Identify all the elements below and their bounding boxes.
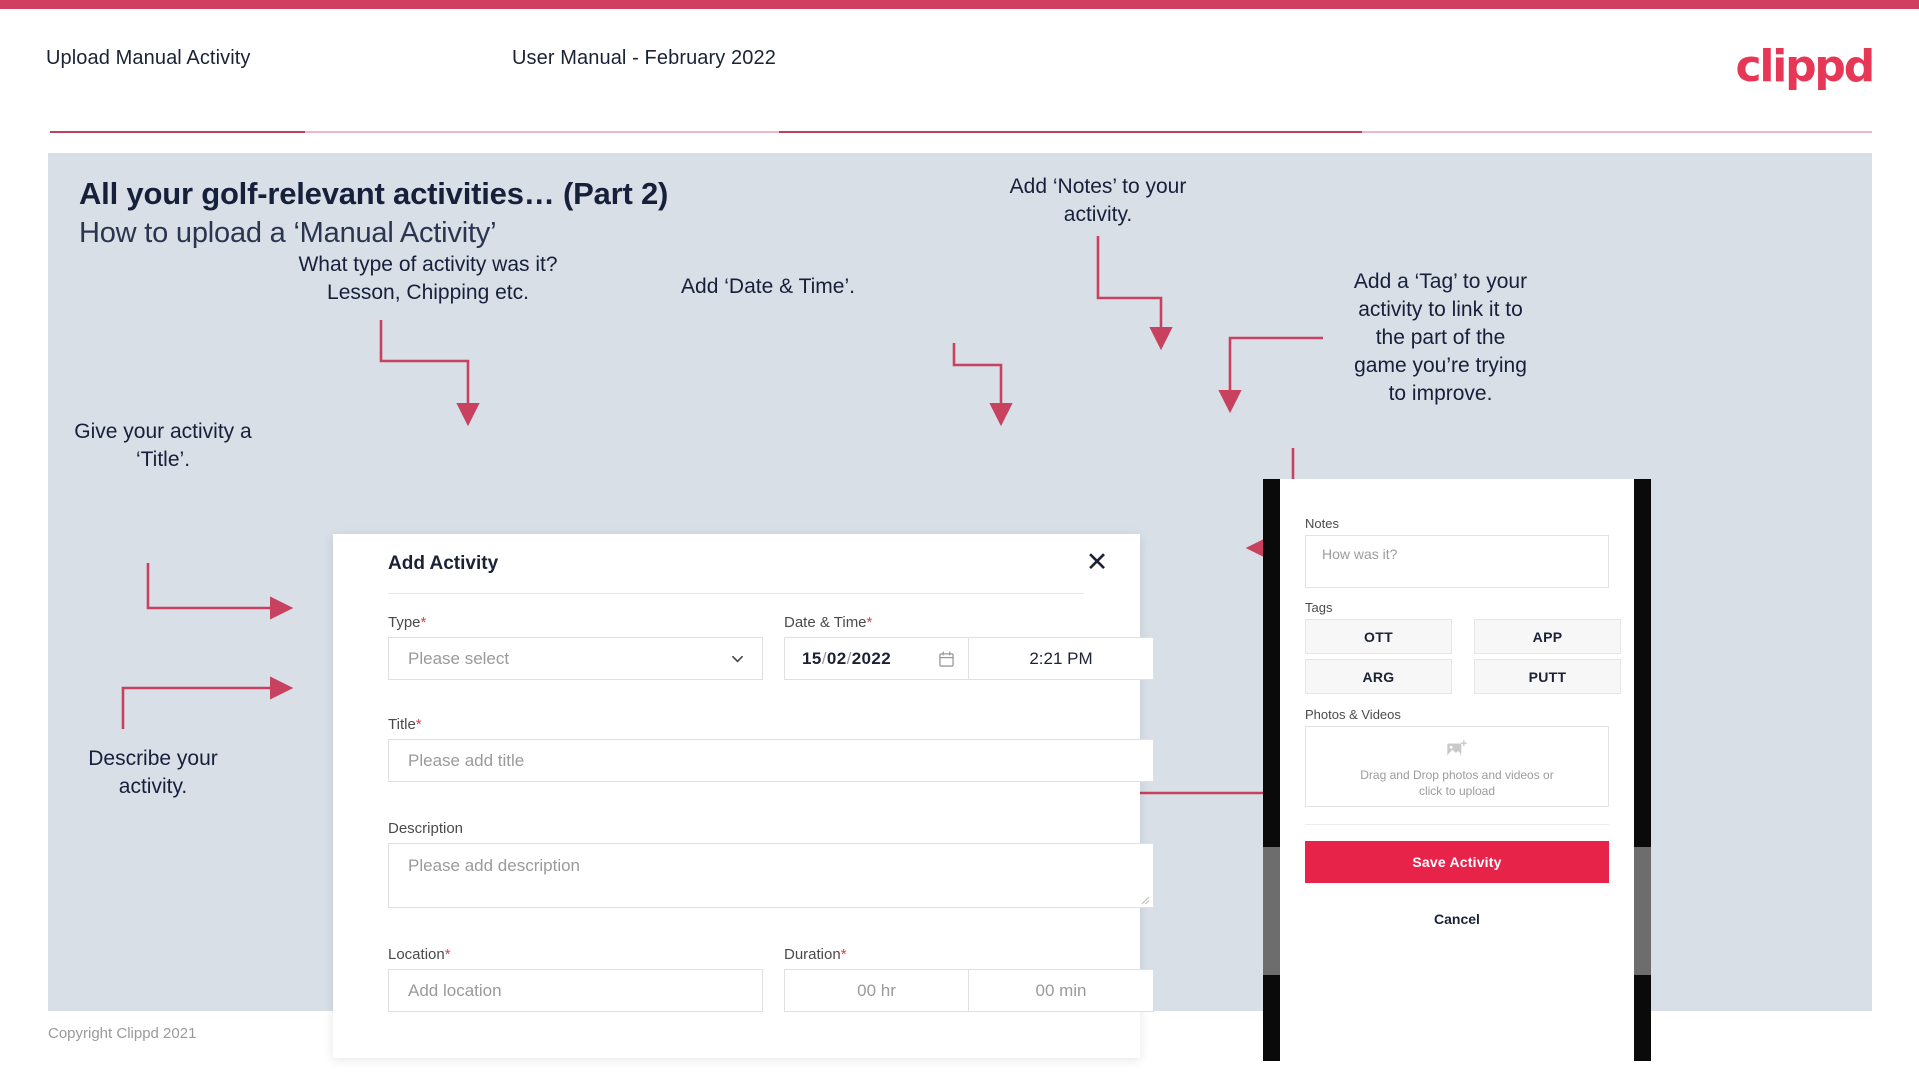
add-image-icon [1447, 740, 1467, 756]
annotation-tags: Add a ‘Tag’ to your activity to link it … [1333, 268, 1548, 408]
annotation-notes: Add ‘Notes’ to your activity. [998, 173, 1198, 229]
annotation-title: Give your activity a ‘Title’. [48, 418, 278, 474]
annotation-tags-line1: Add a ‘Tag’ to your [1353, 270, 1528, 293]
device-bezel-left [1263, 847, 1280, 975]
save-activity-button[interactable]: Save Activity [1305, 841, 1609, 883]
required-asterisk: * [420, 614, 427, 631]
annotation-description-line2: activity. [118, 775, 188, 798]
page-subtitle: How to upload a ‘Manual Activity’ [79, 217, 497, 249]
add-activity-dialog: Add Activity ✕ Type* Please select Date … [333, 534, 1154, 1058]
time-input[interactable]: 2:21 PM [969, 637, 1154, 680]
type-label: Type* [388, 614, 427, 631]
slide-canvas: All your golf-relevant activities… (Part… [48, 153, 1872, 1061]
dialog-header: Add Activity ✕ [333, 534, 1140, 588]
annotation-type-line1: What type of activity was it? [298, 253, 558, 276]
duration-hours-input[interactable]: 00 hr [784, 969, 969, 1012]
date-year: 2022 [851, 648, 892, 668]
header-divider [50, 131, 1872, 133]
annotation-tags-line3: the part of the [1375, 326, 1506, 349]
mobile-screen: Notes How was it? Tags OTT APP ARG PUTT … [1280, 479, 1634, 1061]
description-textarea[interactable]: Please add description [388, 843, 1154, 908]
resize-grip-icon[interactable] [1140, 895, 1150, 905]
annotation-type-line2: Lesson, Chipping etc. [327, 281, 529, 304]
time-value: 2:21 PM [1029, 648, 1093, 668]
date-month: 02 [826, 648, 847, 668]
date-value: 15/02/2022 [802, 648, 892, 668]
calendar-icon[interactable] [939, 651, 954, 667]
description-label: Description [388, 820, 464, 837]
duration-minutes-input[interactable]: 00 min [969, 969, 1154, 1012]
copyright-footer: Copyright Clippd 2021 [48, 1025, 197, 1042]
type-select[interactable]: Please select [388, 637, 763, 680]
page-title: All your golf-relevant activities… (Part… [79, 176, 669, 211]
annotation-description-line1: Describe your [88, 747, 218, 770]
header-left-title: Upload Manual Activity [46, 47, 251, 69]
notes-placeholder: How was it? [1322, 546, 1398, 562]
dialog-divider [388, 593, 1084, 594]
header-center-title: User Manual - February 2022 [512, 47, 776, 69]
duration-hours-placeholder: 00 hr [857, 980, 896, 1000]
notes-label: Notes [1305, 516, 1339, 531]
close-icon[interactable]: ✕ [1080, 546, 1114, 580]
tags-label: Tags [1305, 600, 1333, 615]
top-accent-bar [0, 0, 1919, 9]
annotation-datetime: Add ‘Date & Time’. [681, 275, 855, 298]
title-input[interactable]: Please add title [388, 739, 1154, 782]
required-asterisk: * [415, 716, 422, 733]
location-placeholder: Add location [408, 980, 502, 1000]
date-input[interactable]: 15/02/2022 [784, 637, 969, 680]
page-header: Upload Manual Activity User Manual - Feb… [0, 9, 1919, 133]
description-placeholder: Please add description [408, 856, 581, 875]
date-day: 15 [802, 648, 822, 668]
location-input[interactable]: Add location [388, 969, 763, 1012]
title-placeholder: Please add title [408, 750, 525, 770]
annotation-tags-line2: activity to link it to [1358, 298, 1523, 321]
annotation-title-line2: ‘Title’. [135, 448, 191, 471]
annotation-title-line1: Give your activity a [74, 420, 252, 443]
tag-button-arg[interactable]: ARG [1305, 659, 1452, 694]
annotation-tags-line5: to improve. [1388, 382, 1493, 405]
duration-minutes-placeholder: 00 min [1035, 980, 1087, 1000]
annotation-type: What type of activity was it? Lesson, Ch… [278, 251, 578, 307]
slide-page: Upload Manual Activity User Manual - Feb… [0, 0, 1919, 1079]
required-asterisk: * [866, 614, 873, 631]
tag-button-app[interactable]: APP [1474, 619, 1621, 654]
location-label: Location* [388, 946, 451, 963]
mobile-divider [1305, 824, 1609, 825]
clippd-logo: clippd [1735, 41, 1875, 92]
type-placeholder: Please select [408, 648, 510, 668]
tag-button-ott[interactable]: OTT [1305, 619, 1452, 654]
annotation-description: Describe your activity. [48, 745, 258, 801]
dialog-title: Add Activity [388, 553, 499, 574]
dropzone-text-line2: click to upload [1418, 784, 1496, 798]
chevron-down-icon [732, 655, 743, 662]
annotation-tags-line4: game you’re trying [1354, 354, 1527, 377]
device-bezel-right [1634, 847, 1651, 975]
mobile-device-frame: Notes How was it? Tags OTT APP ARG PUTT … [1263, 479, 1651, 1061]
datetime-label: Date & Time* [784, 614, 873, 631]
photos-videos-label: Photos & Videos [1305, 707, 1401, 722]
dropzone-text: Drag and Drop photos and videos or click… [1305, 767, 1609, 799]
required-asterisk: * [444, 946, 451, 963]
cancel-button[interactable]: Cancel [1305, 904, 1609, 934]
required-asterisk: * [840, 946, 847, 963]
duration-label: Duration* [784, 946, 847, 963]
dropzone-text-line1: Drag and Drop photos and videos or [1360, 768, 1554, 782]
annotation-notes-line2: activity. [1063, 203, 1133, 226]
title-label: Title* [388, 716, 422, 733]
annotation-notes-line1: Add ‘Notes’ to your [1009, 175, 1187, 198]
tag-button-putt[interactable]: PUTT [1474, 659, 1621, 694]
